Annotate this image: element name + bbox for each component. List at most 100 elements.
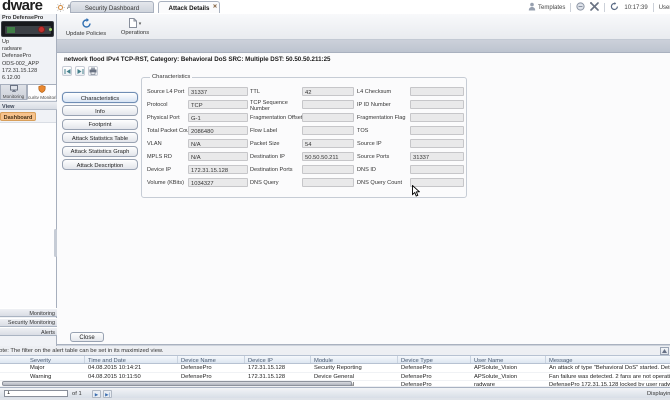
- field-label: Destination Ports: [250, 167, 300, 173]
- tools-icon[interactable]: [590, 2, 599, 13]
- tab-security-monitoring[interactable]: Security Monitoring: [27, 84, 57, 100]
- field-input[interactable]: 42: [302, 87, 354, 96]
- alert-row-warning[interactable]: Warning 04.08.2015 10:11:50 DefensePro 1…: [0, 373, 670, 382]
- update-policies-label: Update Policies: [66, 31, 106, 37]
- close-button[interactable]: Close: [70, 332, 104, 342]
- tab-close-icon[interactable]: [213, 3, 217, 10]
- cell-device-type: DefensePro: [398, 364, 471, 372]
- status-circle-icon[interactable]: [576, 2, 585, 13]
- accordion-monitoring[interactable]: Monitoring: [0, 308, 57, 317]
- cell-device-ip: 172.31.15.128: [245, 364, 311, 372]
- cell-device-type: DefensePro: [398, 381, 471, 386]
- field-input[interactable]: [302, 100, 354, 109]
- templates-button[interactable]: Templates: [528, 2, 565, 13]
- field-input[interactable]: 54: [302, 139, 354, 148]
- cell-user-name: APSolute_Vision: [471, 373, 546, 381]
- nav-attack-description[interactable]: Attack Description: [62, 159, 138, 170]
- divider: [653, 3, 654, 12]
- field-label: MPLS RD: [147, 154, 187, 160]
- ribbon-toolbar: Update Policies ▾ Operations: [57, 14, 670, 40]
- device-red-led: [38, 26, 45, 33]
- device-green-led: [49, 28, 52, 31]
- field-input[interactable]: N/A: [188, 139, 248, 148]
- column-header-time[interactable]: Time and Date: [85, 356, 178, 363]
- field-input[interactable]: 1034327: [188, 178, 248, 187]
- horizontal-scrollbar-thumb[interactable]: [2, 381, 352, 386]
- field-input[interactable]: [410, 165, 464, 174]
- field-input[interactable]: [302, 165, 354, 174]
- radware-logo: dware: [2, 0, 42, 14]
- field-input[interactable]: [302, 126, 354, 135]
- field-input[interactable]: 2086480: [188, 126, 248, 135]
- topbar-right-cluster: Templates 10:17:39 User: radware [Admini…: [528, 2, 670, 13]
- attack-title: network flood IPv4 TCP-RST, Category: Be…: [64, 56, 330, 63]
- field-label: DNS Query Count: [357, 180, 409, 186]
- field-input[interactable]: 50.50.50.211: [302, 152, 354, 161]
- alert-row-major[interactable]: Major 04.08.2015 10:14:21 DefensePro 172…: [0, 364, 670, 373]
- nav-info[interactable]: Info: [62, 105, 138, 116]
- accordion-alerts[interactable]: Alerts: [0, 327, 57, 336]
- field-label: TTL: [250, 89, 300, 95]
- accordion-security-monitoring[interactable]: Security Monitoring: [0, 318, 57, 327]
- device-sidebar: Pro DefensePro Up radware DefensePro ODS…: [0, 14, 57, 346]
- column-header-message[interactable]: Message: [546, 356, 670, 363]
- sidebar-tabs: Monitoring Security Monitoring: [0, 84, 57, 100]
- cell-severity: Warning: [0, 373, 85, 381]
- column-header-device-name[interactable]: Device Name: [178, 356, 245, 363]
- nav-attack-statistics-graph[interactable]: Attack Statistics Graph: [62, 146, 138, 157]
- cell-message: An attack of type "Behavioral DoS" start…: [546, 364, 670, 372]
- field-input[interactable]: [410, 139, 464, 148]
- cell-module: Device General: [311, 373, 398, 381]
- field-input[interactable]: [410, 126, 464, 135]
- sidebar-item-dashboard[interactable]: Dashboard: [0, 112, 36, 121]
- nav-footprint[interactable]: Footprint: [62, 119, 138, 130]
- cell-time: 04.08.2015 10:14:21: [85, 364, 178, 372]
- field-input[interactable]: [410, 113, 464, 122]
- page-input[interactable]: [4, 390, 68, 397]
- templates-label: Templates: [538, 5, 565, 11]
- operations-button[interactable]: ▾ Operations: [114, 16, 156, 38]
- tab-attack-details-label: Attack Details: [169, 5, 210, 12]
- print-icon[interactable]: [88, 66, 98, 76]
- field-label: Fragmentation Offset: [250, 115, 302, 121]
- field-input[interactable]: [302, 178, 354, 187]
- column-header-device-ip[interactable]: Device IP: [245, 356, 311, 363]
- previous-attack-button[interactable]: [62, 66, 72, 76]
- field-label: Source IP: [357, 141, 409, 147]
- column-header-device-type[interactable]: Device Type: [398, 356, 471, 363]
- field-input[interactable]: 172.31.15.128: [188, 165, 248, 174]
- characteristics-legend: Characteristics: [150, 74, 192, 80]
- field-input[interactable]: TCP: [188, 100, 248, 109]
- clock-time: 10:17:39: [624, 5, 647, 11]
- next-page-button[interactable]: ▶: [92, 390, 101, 398]
- mouse-cursor: [412, 185, 420, 199]
- alerts-maximize-button[interactable]: [660, 347, 669, 355]
- nav-attack-statistics-table[interactable]: Attack Statistics Table: [62, 132, 138, 143]
- field-input[interactable]: N/A: [188, 152, 248, 161]
- column-header-user-name[interactable]: User Name: [471, 356, 546, 363]
- column-header-severity[interactable]: Severity: [0, 356, 85, 363]
- field-input[interactable]: [410, 100, 464, 109]
- tab-monitoring[interactable]: Monitoring: [0, 84, 27, 100]
- column-header-module[interactable]: Module: [311, 356, 398, 363]
- field-input[interactable]: 31337: [188, 87, 248, 96]
- device-status-block: Up radware DefensePro ODS-002_APP 172.31…: [2, 39, 56, 82]
- avr-icon: [56, 3, 65, 14]
- update-policies-button[interactable]: Update Policies: [63, 16, 109, 38]
- refresh-icon[interactable]: [610, 2, 619, 13]
- field-input[interactable]: G-1: [188, 113, 248, 122]
- operations-label: Operations: [121, 30, 149, 36]
- field-input[interactable]: [302, 113, 354, 122]
- tab-attack-details[interactable]: Attack Details: [158, 1, 220, 13]
- field-input[interactable]: [410, 87, 464, 96]
- tab-security-dashboard[interactable]: Security Dashboard: [70, 1, 154, 13]
- last-page-button[interactable]: ▶|: [103, 390, 112, 398]
- next-attack-button[interactable]: [75, 66, 85, 76]
- field-input[interactable]: 31337: [410, 152, 464, 161]
- attack-mini-toolbar: [62, 66, 98, 76]
- device-image: [1, 21, 54, 37]
- sidebar-tab-label: Monitoring: [3, 94, 24, 99]
- device-ports-graphic: [7, 27, 15, 33]
- divider: [604, 3, 605, 12]
- nav-characteristics[interactable]: Characteristics: [62, 92, 138, 103]
